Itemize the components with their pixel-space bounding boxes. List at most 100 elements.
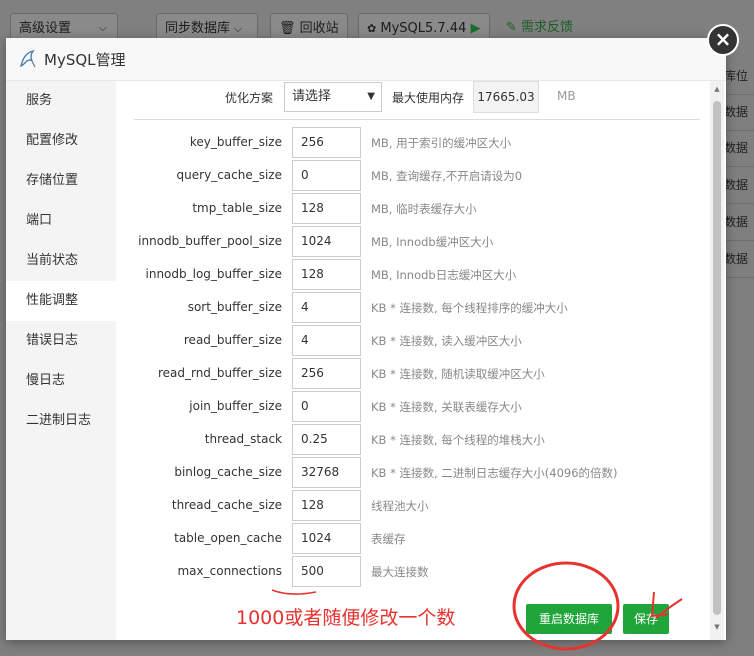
param-desc: KB * 连接数, 每个线程排序的缓冲大小 [371, 301, 568, 315]
param-desc: MB, Innodb缓冲区大小 [371, 235, 494, 249]
param-name: thread_stack [204, 432, 282, 446]
sidebar-item-performance[interactable]: 性能调整 [6, 281, 116, 321]
close-modal-button[interactable]: × [707, 24, 739, 56]
sidebar-item-label: 慢日志 [26, 373, 66, 388]
sync-db-label: 同步数据库 [165, 21, 231, 36]
param-row: innodb_buffer_pool_size 1024 MB, Innodb缓冲区… [124, 226, 708, 259]
param-input[interactable]: 128 [292, 490, 361, 521]
param-desc: KB * 连接数, 每个线程的堆栈大小 [371, 433, 545, 447]
sidebar-item-storage[interactable]: 存储位置 [6, 161, 116, 201]
param-input[interactable]: 1024 [292, 523, 361, 554]
recycle-bin-label: 回收站 [299, 21, 339, 36]
param-desc: MB, Innodb日志缓冲区大小 [371, 268, 517, 282]
sidebar-item-label: 当前状态 [26, 253, 79, 268]
param-row: tmp_table_size 128 MB, 临时表缓存大小 [124, 193, 708, 226]
sidebar-item-label: 配置修改 [26, 133, 79, 148]
param-row: max_connections 500 最大连接数 [124, 556, 708, 589]
param-row: read_buffer_size 4 KB * 连接数, 读入缓冲区大小 [124, 325, 708, 358]
param-desc: KB * 连接数, 读入缓冲区大小 [371, 334, 522, 348]
mysql-version-label: MySQL5.7.44 [380, 21, 467, 36]
param-row: binlog_cache_size 32768 KB * 连接数, 二进制日志缓存大… [124, 457, 708, 490]
param-input[interactable]: 128 [292, 259, 361, 290]
param-row: thread_cache_size 128 线程池大小 [124, 490, 708, 523]
edit-icon: ✎ [506, 20, 517, 35]
param-input[interactable]: 1024 [292, 226, 361, 257]
param-name: join_buffer_size [189, 399, 282, 413]
sidebar-item-port[interactable]: 端口 [6, 201, 116, 241]
optimize-row: 优化方案 请选择 ▼ 最大使用内存 17665.03 MB [124, 81, 708, 117]
feedback-label: 需求反馈 [521, 20, 574, 35]
param-row: sort_buffer_size 4 KB * 连接数, 每个线程排序的缓冲大小 [124, 292, 708, 325]
sidebar-item-label: 存储位置 [26, 173, 79, 188]
sidebar-item-slow-log[interactable]: 慢日志 [6, 361, 116, 401]
param-input[interactable]: 4 [292, 292, 361, 323]
save-label: 保存 [633, 612, 658, 626]
play-icon: ▶ [470, 21, 481, 36]
param-input[interactable]: 32768 [292, 457, 361, 488]
param-name: table_open_cache [174, 531, 282, 545]
max-mem-unit: MB [557, 89, 576, 103]
param-name: tmp_table_size [192, 201, 282, 215]
performance-tuning-panel: 优化方案 请选择 ▼ 最大使用内存 17665.03 MB key_buffer… [124, 81, 708, 640]
param-desc: 线程池大小 [371, 499, 429, 513]
param-name: key_buffer_size [189, 135, 282, 149]
param-input[interactable]: 500 [292, 556, 361, 587]
sidebar-item-label: 端口 [26, 213, 53, 228]
close-icon: × [714, 27, 732, 51]
scroll-thumb[interactable] [713, 101, 721, 615]
param-row: innodb_log_buffer_size 128 MB, Innodb日志缓冲区… [124, 259, 708, 292]
param-input[interactable]: 4 [292, 325, 361, 356]
param-input[interactable]: 0 [292, 160, 361, 191]
param-desc: 表缓存 [371, 532, 406, 546]
sidebar-item-service[interactable]: 服务 [6, 81, 116, 121]
param-name: innodb_buffer_pool_size [138, 234, 282, 248]
save-button[interactable]: 保存 [623, 604, 669, 634]
param-name: binlog_cache_size [174, 465, 282, 479]
trash-icon: 🗑 [279, 21, 296, 36]
optimize-select-value: 请选择 [292, 89, 332, 104]
sidebar-item-label: 二进制日志 [26, 413, 92, 428]
param-row: read_rnd_buffer_size 256 KB * 连接数, 随机读取缓冲区… [124, 358, 708, 391]
param-name: sort_buffer_size [187, 300, 282, 314]
mysql-dolphin-icon [19, 49, 36, 68]
param-desc: KB * 连接数, 关联表缓存大小 [371, 400, 522, 414]
chevron-down-icon: ▼ [367, 91, 375, 102]
sidebar-item-status[interactable]: 当前状态 [6, 241, 116, 281]
param-desc: MB, 临时表缓存大小 [371, 202, 477, 216]
scroll-up-icon[interactable]: ▲ [713, 85, 721, 93]
param-desc: 最大连接数 [371, 565, 429, 579]
sidebar-item-label: 性能调整 [26, 293, 79, 308]
optimize-select[interactable]: 请选择 ▼ [284, 82, 382, 112]
annotation-text: 1000或者随便修改一个数 [236, 607, 456, 629]
max-mem-value: 17665.03 [477, 90, 535, 104]
advanced-settings-label: 高级设置 [19, 21, 72, 36]
param-name: read_rnd_buffer_size [157, 366, 282, 380]
param-row: key_buffer_size 256 MB, 用于索引的缓冲区大小 [124, 127, 708, 160]
max-mem-label: 最大使用内存 [392, 91, 465, 105]
restart-db-button[interactable]: 重启数据库 [526, 604, 612, 634]
param-input[interactable]: 256 [292, 127, 361, 158]
scroll-down-icon[interactable]: ▼ [713, 623, 721, 631]
mysql-dolphin-icon: ✿ [367, 22, 377, 35]
param-name: max_connections [177, 564, 282, 578]
mysql-manager-modal: MySQL管理 服务 配置修改 存储位置 端口 当前状态 性能调整 错误日志 慢… [6, 38, 726, 640]
param-row: table_open_cache 1024 表缓存 [124, 523, 708, 556]
divider [134, 119, 700, 120]
modal-title: MySQL管理 [44, 51, 126, 69]
sidebar-item-config[interactable]: 配置修改 [6, 121, 116, 161]
sidebar-item-binlog[interactable]: 二进制日志 [6, 401, 116, 441]
param-row: join_buffer_size 0 KB * 连接数, 关联表缓存大小 [124, 391, 708, 424]
param-input[interactable]: 256 [292, 358, 361, 389]
param-input[interactable]: 128 [292, 193, 361, 224]
sidebar-item-error-log[interactable]: 错误日志 [6, 321, 116, 361]
max-mem-field: 17665.03 [473, 81, 539, 113]
param-desc: MB, 查询缓存,不开启请设为0 [371, 169, 523, 183]
sidebar-item-label: 错误日志 [26, 333, 79, 348]
param-row: query_cache_size 0 MB, 查询缓存,不开启请设为0 [124, 160, 708, 193]
param-name: innodb_log_buffer_size [145, 267, 283, 281]
param-row: thread_stack 0.25 KB * 连接数, 每个线程的堆栈大小 [124, 424, 708, 457]
scrollbar[interactable]: ▲ ▼ [710, 81, 724, 640]
param-input[interactable]: 0 [292, 391, 361, 422]
param-input[interactable]: 0.25 [292, 424, 361, 455]
param-desc: KB * 连接数, 随机读取缓冲区大小 [371, 367, 545, 381]
